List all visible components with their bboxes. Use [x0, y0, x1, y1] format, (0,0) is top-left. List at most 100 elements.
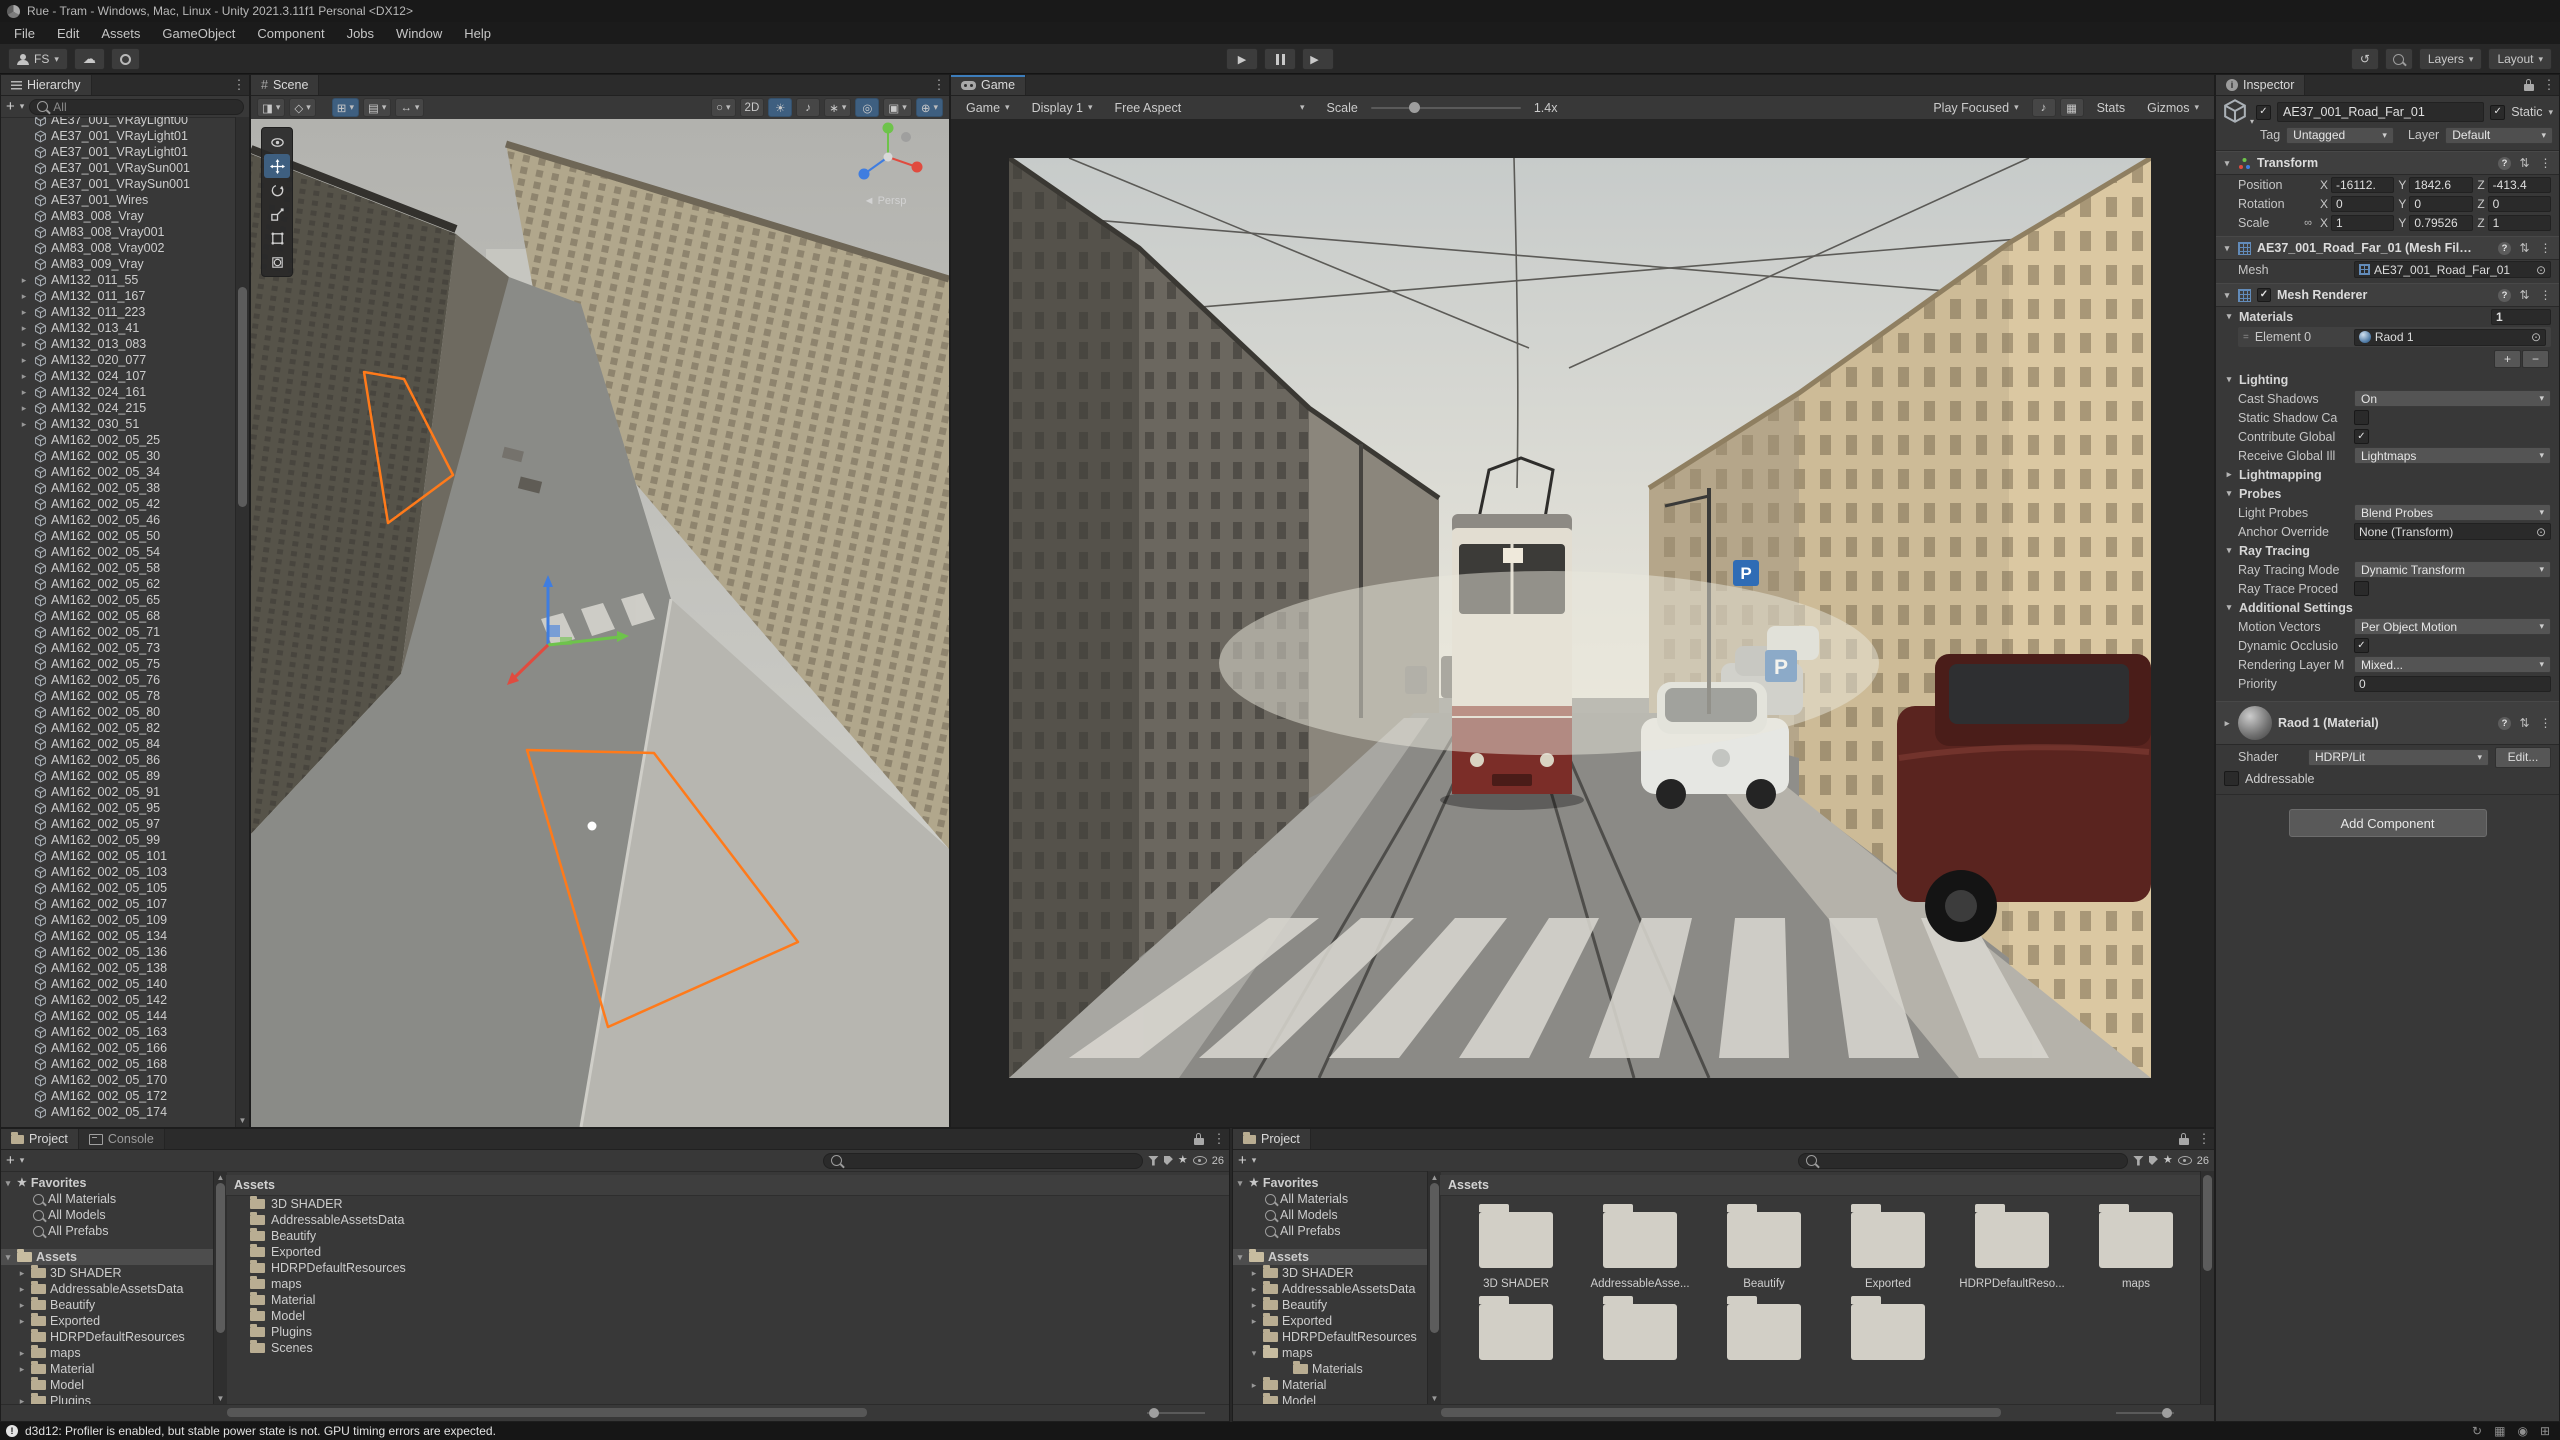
- measure-button[interactable]: ↔▾: [395, 98, 424, 117]
- hierarchy-item[interactable]: AM162_002_05_166: [1, 1040, 236, 1056]
- game-viewport[interactable]: P P: [951, 119, 2214, 1127]
- hierarchy-item[interactable]: AE37_001_VRaySun001: [1, 160, 236, 176]
- light-probes-dropdown[interactable]: Blend Probes: [2354, 504, 2551, 521]
- dynamic-occlusion-checkbox[interactable]: ✓: [2354, 638, 2369, 653]
- hierarchy-item[interactable]: AE37_001_VRayLight01: [1, 144, 236, 160]
- scale-slider-knob[interactable]: [1409, 102, 1420, 113]
- inspector-menu-button[interactable]: ⋮: [2539, 75, 2559, 95]
- create-asset-button[interactable]: +: [1238, 1153, 1247, 1168]
- scale-z-field[interactable]: 1: [2488, 215, 2551, 231]
- create-asset-dropdown[interactable]: ▾: [1252, 1156, 1257, 1165]
- position-y-field[interactable]: 1842.6: [2409, 177, 2472, 193]
- tree-item[interactable]: ▾Assets: [1233, 1249, 1427, 1265]
- mesh-filter-header[interactable]: ▾ AE37_001_Road_Far_01 (Mesh Filter) ? ⇅…: [2216, 236, 2559, 260]
- folder-list-item[interactable]: Plugins: [226, 1324, 1229, 1340]
- tree-item[interactable]: ▸3D SHADER: [1, 1265, 213, 1281]
- tree-item[interactable]: ▾maps: [1233, 1345, 1427, 1361]
- expand-caret[interactable]: ▸: [17, 1268, 27, 1279]
- folder-tile[interactable]: Beautify: [1702, 1198, 1826, 1290]
- scale-y-field[interactable]: 0.79526: [2409, 215, 2472, 231]
- gameobject-name-field[interactable]: AE37_001_Road_Far_01: [2277, 102, 2484, 122]
- undo-history-button[interactable]: ↺: [2351, 48, 2379, 70]
- snap-settings-button[interactable]: ▤▾: [363, 98, 391, 117]
- expand-caret[interactable]: ▸: [18, 387, 30, 398]
- hierarchy-item[interactable]: AM162_002_05_105: [1, 880, 236, 896]
- expand-caret[interactable]: ▾: [1235, 1178, 1245, 1189]
- tree-item[interactable]: All Materials: [1, 1191, 213, 1207]
- layers-dropdown[interactable]: Layers ▾: [2419, 48, 2483, 70]
- expand-caret[interactable]: ▸: [17, 1364, 27, 1375]
- hierarchy-item[interactable]: AM162_002_05_103: [1, 864, 236, 880]
- create-button[interactable]: +: [6, 99, 15, 114]
- cast-shadows-dropdown[interactable]: On: [2354, 390, 2551, 407]
- folder-tile[interactable]: AddressableAsse...: [1578, 1198, 1702, 1290]
- help-icon[interactable]: ?: [2498, 289, 2511, 302]
- folder-list-item[interactable]: Exported: [226, 1244, 1229, 1260]
- hierarchy-item[interactable]: AM162_002_05_134: [1, 928, 236, 944]
- expand-caret[interactable]: ▸: [18, 339, 30, 350]
- menu-edit[interactable]: Edit: [46, 22, 90, 44]
- hierarchy-item[interactable]: ▸AM132_011_167: [1, 288, 236, 304]
- folder-list-item[interactable]: Scenes: [226, 1340, 1229, 1356]
- layer-dropdown[interactable]: Default: [2445, 127, 2553, 144]
- scale-slider[interactable]: [1371, 107, 1521, 109]
- project-search-input[interactable]: [1798, 1153, 2128, 1169]
- menu-jobs[interactable]: Jobs: [336, 22, 385, 44]
- rendering-layer-mask-dropdown[interactable]: Mixed...: [2354, 656, 2551, 673]
- object-picker-icon[interactable]: ⊙: [2531, 330, 2541, 344]
- hierarchy-item[interactable]: AM162_002_05_172: [1, 1088, 236, 1104]
- expand-caret[interactable]: ▸: [18, 307, 30, 318]
- transform-tool-button[interactable]: [264, 250, 290, 274]
- shading-mode-button[interactable]: ◇▾: [289, 98, 315, 117]
- position-z-field[interactable]: -413.4: [2488, 177, 2551, 193]
- save-search-icon[interactable]: ★: [2163, 1155, 2173, 1166]
- hierarchy-item[interactable]: AM162_002_05_95: [1, 800, 236, 816]
- static-dropdown[interactable]: ▾: [2548, 108, 2553, 117]
- expand-caret[interactable]: ▸: [18, 371, 30, 382]
- filter-by-label-icon[interactable]: [2149, 1156, 2158, 1165]
- tab-hierarchy[interactable]: Hierarchy: [1, 75, 92, 95]
- expand-caret[interactable]: ▸: [1249, 1300, 1259, 1311]
- hierarchy-item[interactable]: ▸AM132_013_083: [1, 336, 236, 352]
- hierarchy-item[interactable]: AM162_002_05_86: [1, 752, 236, 768]
- lighting-foldout[interactable]: ▾Lighting: [2216, 370, 2559, 389]
- scale-tool-button[interactable]: [264, 202, 290, 226]
- preset-icon[interactable]: ⇅: [2517, 716, 2532, 730]
- create-dropdown[interactable]: ▾: [20, 102, 25, 111]
- additional-settings-foldout[interactable]: ▾Additional Settings: [2216, 598, 2559, 617]
- camera-settings-button[interactable]: ▣▾: [883, 98, 911, 117]
- mesh-renderer-enabled-checkbox[interactable]: ✓: [2257, 288, 2271, 302]
- drag-handle-icon[interactable]: =: [2243, 332, 2248, 343]
- hierarchy-item[interactable]: AE37_001_VRayLight01: [1, 128, 236, 144]
- hierarchy-item[interactable]: ▸AM132_024_107: [1, 368, 236, 384]
- hierarchy-item[interactable]: AM162_002_05_97: [1, 816, 236, 832]
- rotation-y-field[interactable]: 0: [2409, 196, 2472, 212]
- hierarchy-item[interactable]: AM162_002_05_142: [1, 992, 236, 1008]
- icon-size-slider[interactable]: [2116, 1412, 2174, 1414]
- hierarchy-item[interactable]: AM162_002_05_68: [1, 608, 236, 624]
- add-material-button[interactable]: +: [2494, 350, 2521, 368]
- filter-by-label-icon[interactable]: [1164, 1156, 1173, 1165]
- scene-menu-button[interactable]: ⋮: [929, 75, 949, 95]
- tab-scene[interactable]: # Scene: [251, 75, 319, 95]
- material-header[interactable]: ▸ Raod 1 (Material) ? ⇅ ⋮: [2216, 701, 2559, 745]
- help-icon[interactable]: ?: [2498, 717, 2511, 730]
- vsync-button[interactable]: ▦: [2060, 98, 2084, 117]
- tree-item[interactable]: ▸Material: [1233, 1377, 1427, 1393]
- mute-audio-button[interactable]: ♪: [2032, 98, 2056, 117]
- hierarchy-item[interactable]: AM162_002_05_138: [1, 960, 236, 976]
- expand-caret[interactable]: ▸: [17, 1348, 27, 1359]
- rotation-z-field[interactable]: 0: [2488, 196, 2551, 212]
- mesh-object-field[interactable]: AE37_001_Road_Far_01 ⊙: [2354, 261, 2551, 278]
- project-lock-button[interactable]: [1189, 1129, 1209, 1149]
- tree-item[interactable]: ▾★Favorites: [1, 1175, 213, 1191]
- menu-gameobject[interactable]: GameObject: [151, 22, 246, 44]
- assets-breadcrumb[interactable]: Assets: [1440, 1175, 2201, 1196]
- project-menu-button[interactable]: ⋮: [2194, 1129, 2214, 1149]
- folder-list-item[interactable]: AddressableAssetsData: [226, 1212, 1229, 1228]
- tab-console[interactable]: Console: [79, 1129, 165, 1149]
- status-message[interactable]: d3d12: Profiler is enabled, but stable p…: [25, 1424, 496, 1438]
- shader-dropdown[interactable]: HDRP/Lit: [2308, 749, 2489, 766]
- tree-item[interactable]: All Prefabs: [1233, 1223, 1427, 1239]
- expand-caret[interactable]: ▸: [1249, 1284, 1259, 1295]
